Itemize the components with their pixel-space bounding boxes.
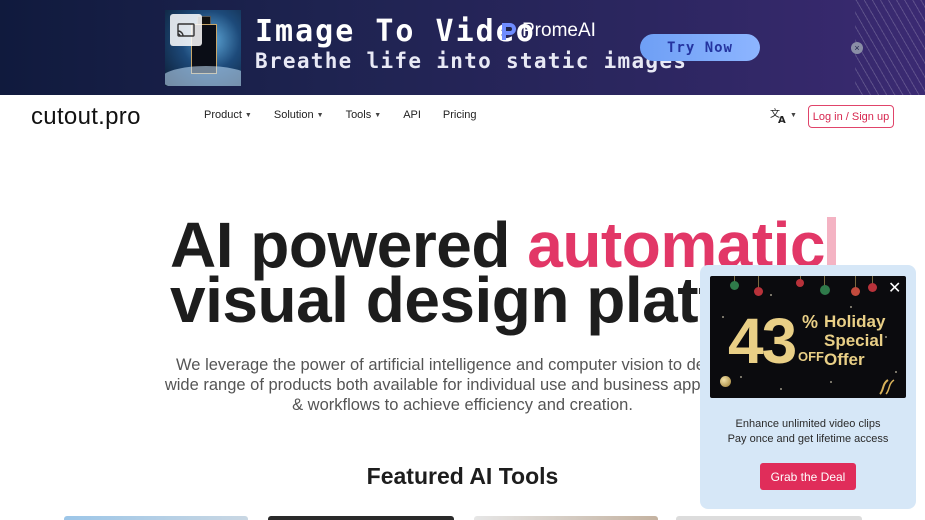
wave-shape bbox=[165, 66, 241, 86]
hero-subtitle: We leverage the power of artificial inte… bbox=[164, 356, 761, 414]
chevron-down-icon: ▼ bbox=[316, 111, 324, 119]
hero-headline-line2: visual design platfo bbox=[170, 264, 758, 336]
chevron-down-icon: ▼ bbox=[374, 111, 382, 119]
top-navigation: cutout.pro Product ▼ Solution ▼ Tools ▼ API… bbox=[0, 95, 925, 139]
promo-line: Offer bbox=[824, 350, 865, 369]
promeai-name: PromeAI bbox=[522, 20, 596, 41]
popup-line-2: Pay once and get lifetime access bbox=[727, 433, 889, 445]
translate-icon: 文A bbox=[770, 107, 786, 124]
popup-line-1: Enhance unlimited video clips bbox=[735, 418, 881, 430]
featured-tools-cards bbox=[0, 516, 925, 520]
promo-line: Special bbox=[824, 331, 884, 350]
language-selector[interactable]: 文A ▼ bbox=[770, 107, 797, 124]
nav-item-product[interactable]: Product ▼ bbox=[204, 109, 252, 121]
popup-description: Enhance unlimited video clips Pay once a… bbox=[700, 417, 916, 447]
discount-number: 43 bbox=[728, 305, 797, 377]
tool-card[interactable] bbox=[474, 516, 658, 520]
cast-icon bbox=[170, 14, 202, 46]
discount-percent: % bbox=[802, 312, 819, 332]
promo-banner[interactable]: Image To Video PromeAI Breathe life into… bbox=[0, 0, 925, 95]
holiday-offer-popup: 43 % OFF Holiday Special Offer ✕ Enhance… bbox=[700, 265, 916, 509]
holiday-offer-image[interactable]: 43 % OFF Holiday Special Offer ✕ bbox=[710, 276, 906, 398]
nav-menu: Product ▼ Solution ▼ Tools ▼ API Pricing bbox=[204, 109, 499, 121]
grab-deal-button[interactable]: Grab the Deal bbox=[760, 463, 856, 490]
banner-close-icon[interactable]: × bbox=[851, 42, 863, 54]
discount-off: OFF bbox=[798, 349, 824, 364]
nav-item-label: Pricing bbox=[442, 109, 477, 121]
login-signup-button[interactable]: Log in / Sign up bbox=[808, 105, 894, 128]
banner-title: Image To Video bbox=[255, 14, 536, 49]
promo-line: Holiday bbox=[824, 312, 886, 331]
svg-text:A: A bbox=[778, 115, 786, 124]
nav-item-pricing[interactable]: Pricing bbox=[443, 109, 477, 121]
holiday-special-offer-text: Holiday Special Offer bbox=[824, 312, 885, 369]
tool-card[interactable] bbox=[64, 516, 248, 520]
promeai-logo-icon bbox=[502, 23, 516, 40]
chevron-down-icon: ▼ bbox=[244, 111, 252, 119]
banner-decoration bbox=[855, 0, 925, 95]
nav-item-label: Product bbox=[204, 109, 242, 121]
nav-item-label: Solution bbox=[273, 109, 314, 121]
tool-card[interactable] bbox=[268, 516, 454, 520]
site-logo[interactable]: cutout.pro bbox=[31, 103, 141, 131]
promeai-brand: PromeAI bbox=[500, 20, 596, 42]
banner-subtitle: Breathe life into static images bbox=[255, 49, 688, 73]
chevron-down-icon: ▼ bbox=[790, 112, 797, 119]
nav-item-solution[interactable]: Solution ▼ bbox=[274, 109, 324, 121]
popup-close-icon[interactable]: ✕ bbox=[888, 281, 901, 297]
nav-item-label: Tools bbox=[345, 109, 372, 121]
gold-ribbon-icon bbox=[879, 379, 895, 395]
nav-item-tools[interactable]: Tools ▼ bbox=[346, 109, 382, 121]
nav-item-label: API bbox=[403, 109, 421, 121]
try-now-button[interactable]: Try Now bbox=[640, 34, 760, 61]
nav-item-api[interactable]: API bbox=[403, 109, 421, 121]
tool-card[interactable] bbox=[676, 516, 862, 520]
